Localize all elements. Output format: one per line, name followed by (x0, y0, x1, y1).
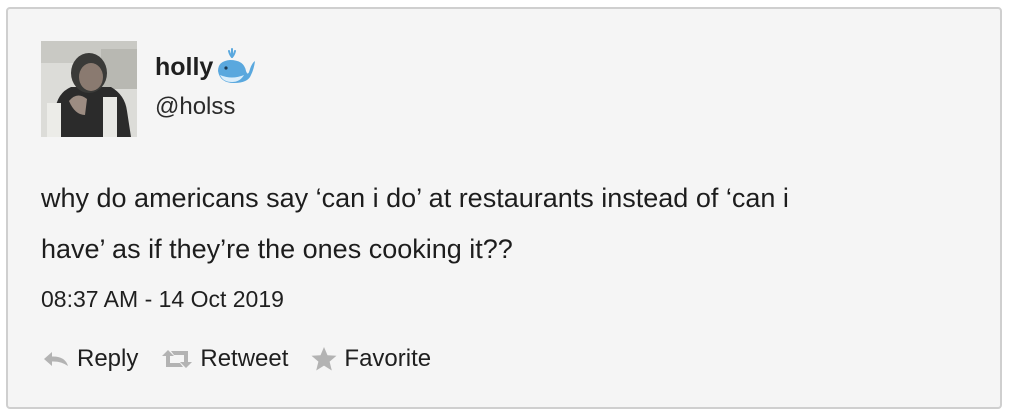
reply-button[interactable]: Reply (41, 345, 138, 373)
retweet-button[interactable]: Retweet (160, 345, 288, 373)
display-name-row: holly (155, 47, 256, 87)
whale-icon (218, 48, 256, 83)
favorite-button[interactable]: Favorite (310, 345, 431, 373)
timestamp[interactable]: 08:37 AM - 14 Oct 2019 (41, 286, 284, 313)
reply-icon (41, 349, 71, 369)
tweet-text: why do americans say ‘can i do’ at resta… (41, 183, 789, 264)
avatar[interactable] (41, 41, 137, 137)
handle[interactable]: @holss (155, 93, 235, 121)
tweet-card: holly @holss why do americans say ‘can i… (6, 7, 1002, 409)
display-name[interactable]: holly (155, 53, 213, 82)
favorite-label: Favorite (344, 345, 432, 372)
reply-label: Reply (77, 345, 139, 372)
retweet-icon (160, 348, 194, 370)
star-icon (310, 346, 338, 372)
retweet-label: Retweet (200, 345, 289, 372)
tweet-actions: Reply Retweet Favorite (41, 343, 453, 375)
avatar-photo (41, 41, 137, 137)
